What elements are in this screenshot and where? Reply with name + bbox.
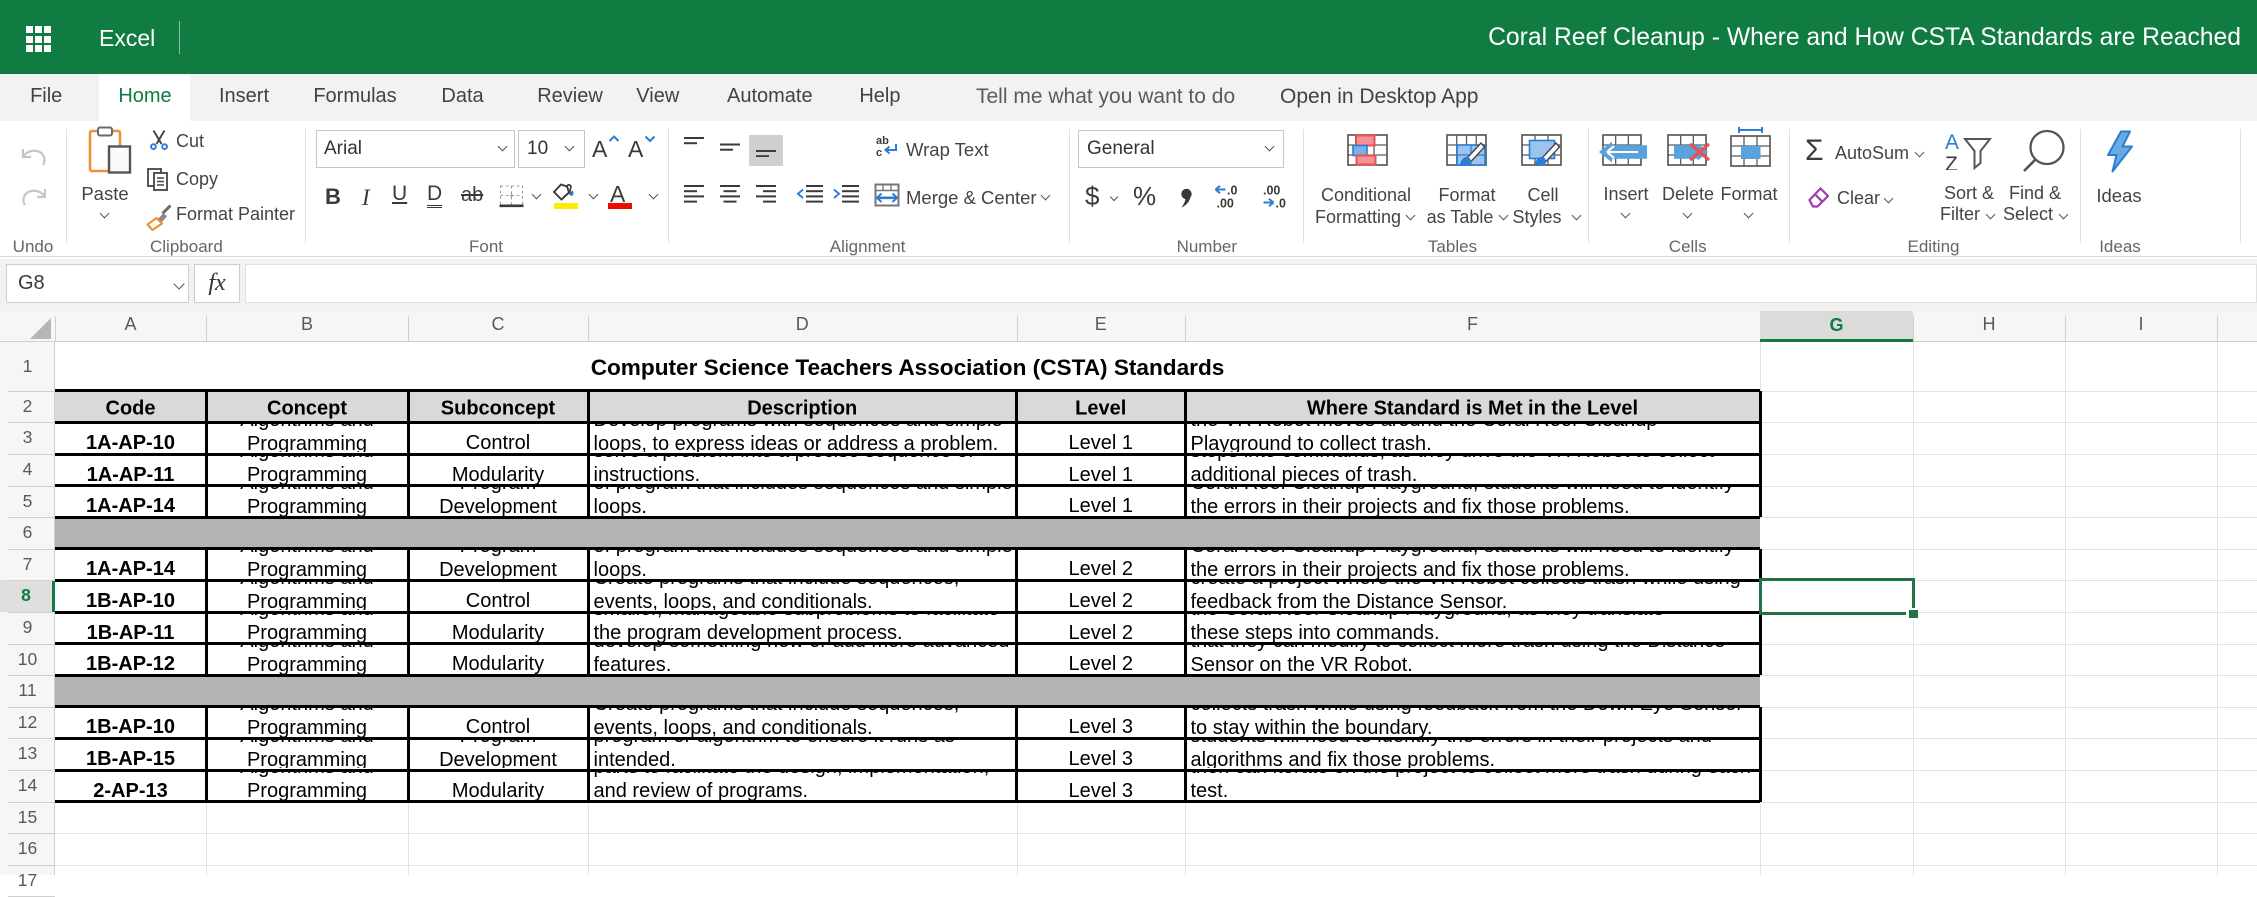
svg-text:.0: .0 [1276,197,1286,210]
svg-text:A: A [1945,131,1959,154]
svg-text:Z: Z [1945,153,1958,170]
svg-text:c: c [876,147,882,158]
svg-text:.00: .00 [1217,197,1234,210]
svg-text:ab: ab [876,135,889,147]
